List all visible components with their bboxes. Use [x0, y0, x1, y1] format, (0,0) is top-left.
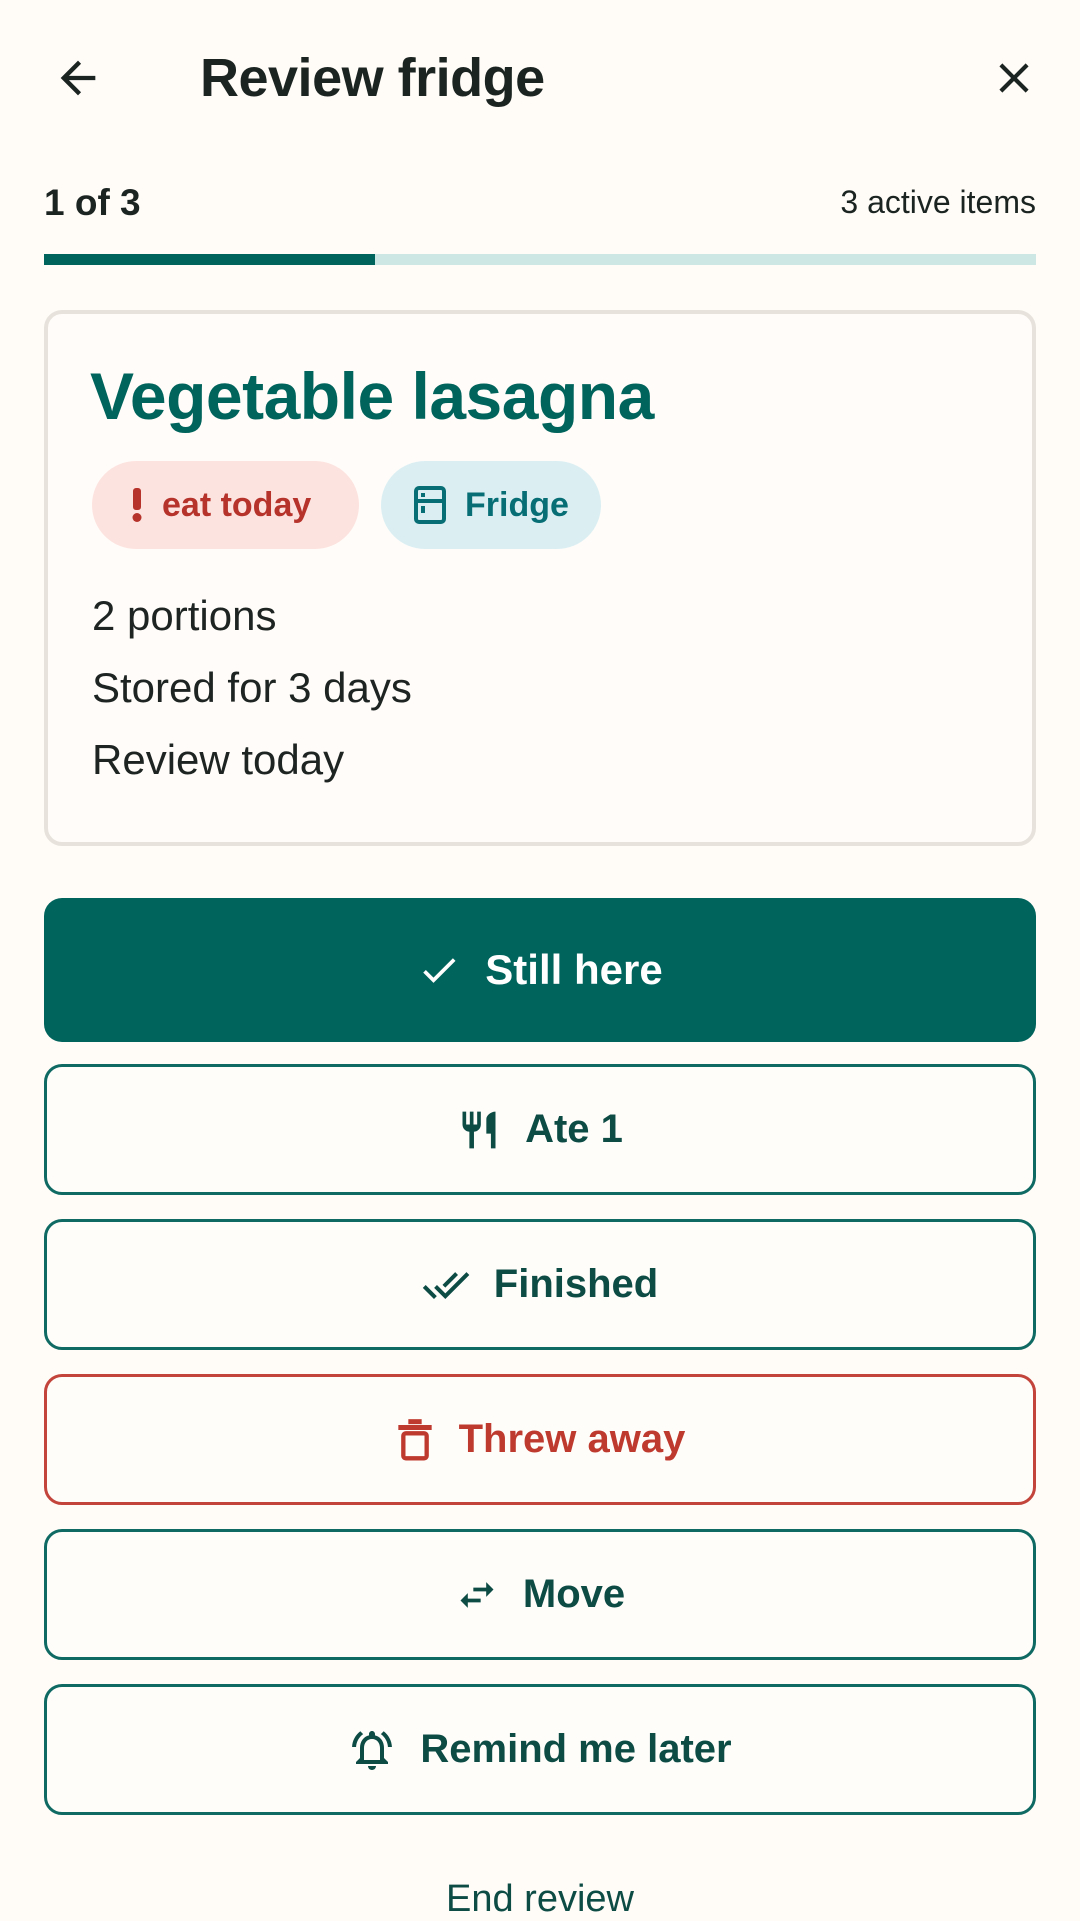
- end-review-link[interactable]: End review: [0, 1878, 1080, 1921]
- item-name: Vegetable lasagna: [90, 359, 654, 433]
- location-label: Fridge: [465, 485, 569, 524]
- progress-track: [44, 254, 1036, 265]
- threw-away-button[interactable]: Threw away: [44, 1374, 1036, 1505]
- exclamation-icon: [132, 488, 142, 522]
- ate-one-button[interactable]: Ate 1: [44, 1064, 1036, 1195]
- move-button[interactable]: Move: [44, 1529, 1036, 1660]
- page-title: Review fridge: [200, 48, 545, 108]
- stored-duration-text: Stored for 3 days: [92, 664, 412, 711]
- urgency-label: eat today: [162, 485, 312, 524]
- double-check-icon: [422, 1271, 470, 1299]
- progress-header: 1 of 3 3 active items: [44, 182, 1036, 232]
- fridge-icon: [414, 486, 446, 524]
- location-chip: Fridge: [381, 461, 601, 549]
- finished-button[interactable]: Finished: [44, 1219, 1036, 1350]
- check-icon: [423, 958, 456, 983]
- fork-knife-icon: [462, 1111, 496, 1148]
- still-here-label: Still here: [485, 946, 663, 993]
- finished-label: Finished: [493, 1262, 659, 1306]
- item-card: Vegetable lasagna eat today Fridge 2 por…: [44, 310, 1036, 846]
- still-here-button[interactable]: Still here: [44, 898, 1036, 1042]
- back-button[interactable]: [38, 38, 118, 118]
- portions-text: 2 portions: [92, 592, 277, 639]
- urgency-chip: eat today: [92, 461, 359, 549]
- remind-later-button[interactable]: Remind me later: [44, 1684, 1036, 1815]
- move-label: Move: [522, 1572, 626, 1616]
- ate-one-label: Ate 1: [525, 1107, 623, 1151]
- close-icon: [999, 63, 1029, 93]
- alarm-bell-icon: [352, 1730, 393, 1770]
- arrow-left-icon: [60, 60, 96, 96]
- remind-later-label: Remind me later: [420, 1727, 732, 1771]
- threw-away-label: Threw away: [458, 1417, 686, 1461]
- app-bar: Review fridge: [0, 0, 1080, 155]
- trash-icon: [397, 1418, 432, 1460]
- review-due-text: Review today: [92, 736, 345, 783]
- active-items-count: 3 active items: [840, 184, 1036, 220]
- step-counter: 1 of 3: [44, 182, 141, 223]
- close-button[interactable]: [974, 38, 1054, 118]
- progress-fill: [44, 254, 375, 265]
- swap-arrows-icon: [460, 1581, 494, 1608]
